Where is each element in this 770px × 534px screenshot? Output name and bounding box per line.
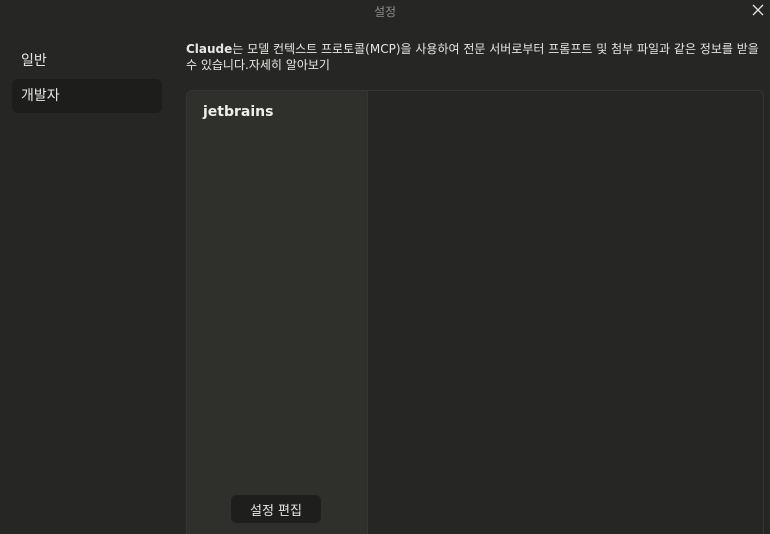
mcp-description: Claude는 모델 컨텍스트 프로토콜(MCP)을 사용하여 전문 서버로부터… [186, 41, 766, 73]
edit-config-button[interactable]: 설정 편집 [231, 495, 321, 523]
mcp-servers-panel: jetbrains 설정 편집 [186, 90, 764, 534]
server-detail-pane [368, 91, 763, 534]
title-bar: 설정 [0, 0, 770, 22]
server-item-jetbrains[interactable]: jetbrains [203, 104, 273, 120]
server-list: jetbrains 설정 편집 [187, 91, 368, 534]
sidebar-item-developer[interactable]: 개발자 [12, 79, 162, 113]
close-button[interactable] [750, 2, 766, 18]
sidebar-item-general[interactable]: 일반 [12, 44, 162, 78]
settings-window: 설정 일반 개발자 Claude는 모델 컨텍스트 프로토콜(MCP)을 사용하… [0, 0, 770, 534]
window-title: 설정 [373, 5, 397, 19]
brand-name: Claude [186, 42, 233, 56]
close-icon [752, 4, 764, 16]
settings-sidebar: 일반 개발자 [12, 44, 162, 114]
learn-more-link[interactable]: 자세히 알아보기 [249, 58, 330, 72]
